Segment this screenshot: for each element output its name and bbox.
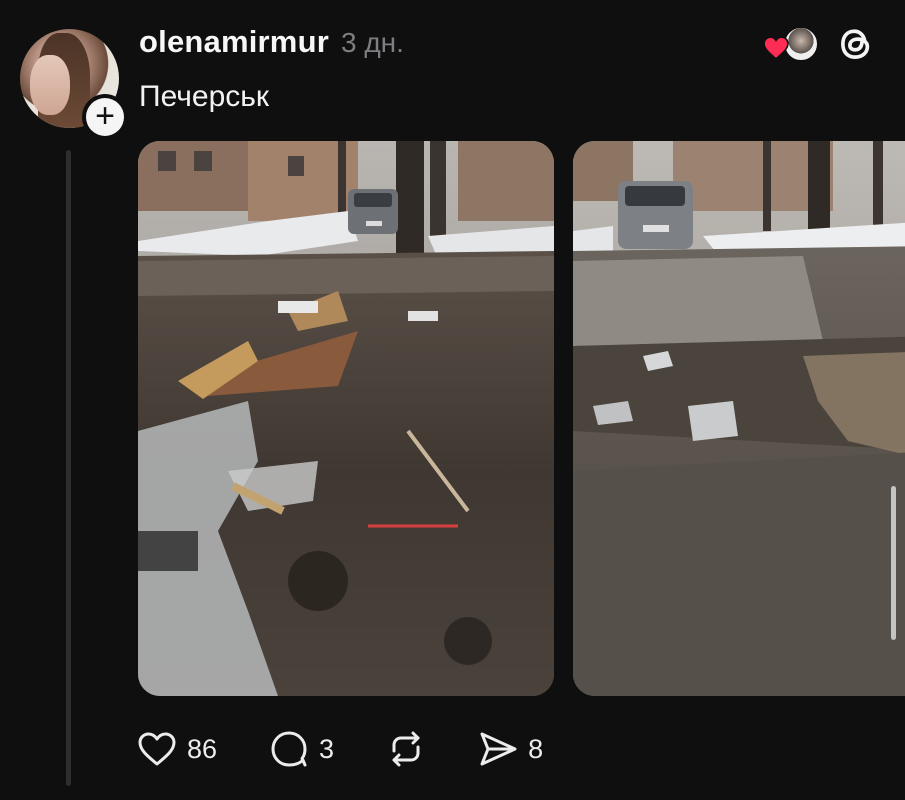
comment-button[interactable]: 3 [269,727,334,771]
post-caption: Печерськ [139,80,270,113]
share-count: 8 [528,733,544,764]
thread-line [66,150,71,786]
photo-muddy-yard [573,141,905,696]
avatar-face [30,55,70,115]
follow-button[interactable]: + [82,94,128,140]
carousel-scroll-indicator [891,486,896,640]
photo-yard-debris [138,141,554,696]
threads-logo-icon[interactable] [835,23,877,65]
plus-icon: + [86,98,124,136]
comment-count: 3 [319,733,335,764]
post-time: 3 дн. [340,27,404,58]
liked-by-indicator[interactable] [763,24,821,64]
heart-filled-icon [763,36,789,60]
post-header: olenamirmur 3 дн. [139,24,404,60]
post-actions: 86 3 8 [137,727,595,771]
heart-outline-icon [138,732,176,766]
share-button[interactable]: 8 [478,727,543,771]
like-count: 86 [187,733,218,764]
repost-arrows-icon [392,731,420,767]
top-right-area [763,23,877,65]
paper-plane-icon [480,732,517,766]
speech-bubble-icon [271,731,307,767]
username[interactable]: olenamirmur [139,24,329,60]
repost-button[interactable] [386,727,426,771]
post-photo-1[interactable] [138,141,554,696]
like-button[interactable]: 86 [137,727,217,771]
post-photo-2[interactable] [573,141,905,696]
